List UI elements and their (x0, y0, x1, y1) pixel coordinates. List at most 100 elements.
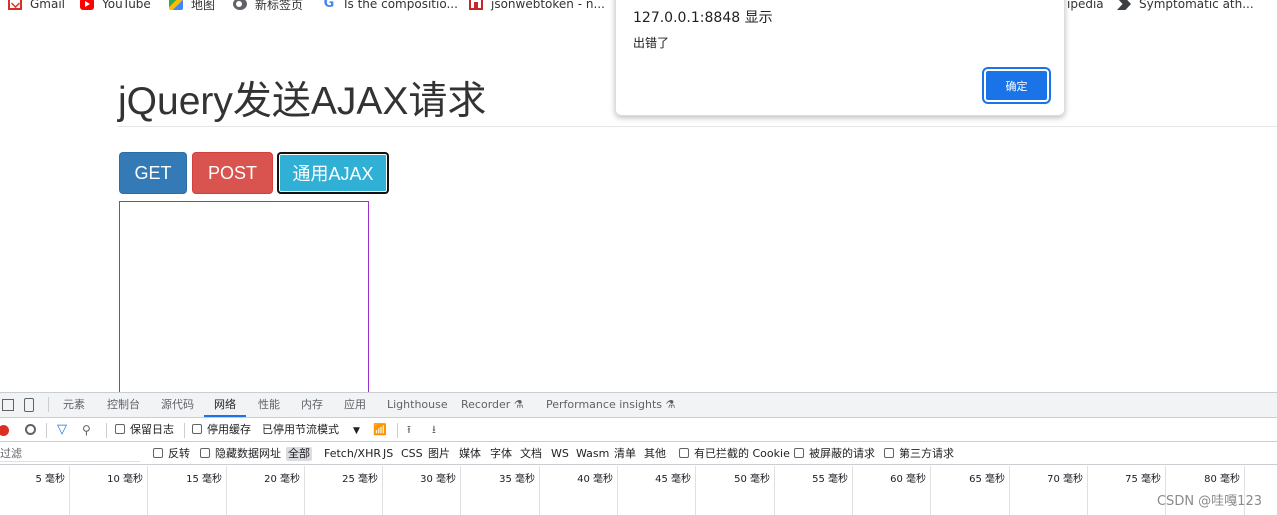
timeline-tick: 25 毫秒 (305, 466, 383, 515)
maps-icon (169, 0, 183, 10)
ajax-button[interactable]: 通用AJAX (277, 152, 389, 194)
timeline-tick: 70 毫秒 (1010, 466, 1088, 515)
timeline-tick: 40 毫秒 (540, 466, 618, 515)
filter-input[interactable]: 过滤 (0, 445, 140, 462)
disable-cache-checkbox[interactable]: 停用缓存 (192, 423, 251, 437)
get-button[interactable]: GET (119, 152, 187, 194)
type-filter-ws[interactable]: WS (551, 447, 569, 461)
timeline-tick: 45 毫秒 (618, 466, 696, 515)
bookmark-symptomatic[interactable]: Symptomatic ath... (1117, 0, 1254, 12)
tab-memory[interactable]: 内存 (301, 393, 323, 417)
invert-checkbox[interactable]: 反转 (153, 447, 190, 461)
npm-icon (469, 0, 483, 10)
toolbar-separator (184, 423, 185, 438)
bookmark-wikipedia[interactable]: ipedia (1067, 0, 1104, 12)
timeline-tick: 65 毫秒 (931, 466, 1010, 515)
devtools-tabbar: 元素 控制台 源代码 网络 性能 内存 应用 Lighthouse Record… (0, 393, 1277, 418)
chevron-down-icon: ▼ (353, 426, 360, 436)
tab-performance-insights[interactable]: Performance insights ⚗ (546, 393, 675, 417)
dialog-message: 出错了 (633, 36, 670, 50)
tab-separator (48, 397, 49, 412)
timeline-tick: 55 毫秒 (775, 466, 853, 515)
checkbox-icon (192, 424, 202, 434)
type-filter-js[interactable]: JS (383, 447, 393, 461)
tab-elements[interactable]: 元素 (63, 393, 85, 417)
third-party-checkbox[interactable]: 第三方请求 (884, 447, 954, 461)
checkbox-icon (200, 448, 210, 458)
bookmark-new-tab[interactable]: 新标签页 (233, 0, 303, 12)
post-button[interactable]: POST (192, 152, 273, 194)
tab-sources[interactable]: 源代码 (161, 393, 194, 417)
result-box (119, 201, 369, 401)
bookmark-youtube[interactable]: YouTube (80, 0, 151, 12)
search-icon[interactable]: ⚲ (82, 423, 91, 437)
export-har-icon[interactable]: ⭳ (432, 423, 436, 437)
csdn-watermark: CSDN @哇嘎123 (1156, 494, 1262, 509)
type-filter-manifest[interactable]: 清单 (614, 447, 636, 461)
timeline-tick: 30 毫秒 (383, 466, 461, 515)
type-filter-wasm[interactable]: Wasm (576, 447, 609, 461)
type-filter-all[interactable]: 全部 (286, 447, 312, 461)
clear-icon[interactable] (25, 424, 36, 435)
tab-application[interactable]: 应用 (344, 393, 366, 417)
network-toolbar: ▽ ⚲ 保留日志 停用缓存 已停用节流模式 ▼ 📶 ⭱ ⭳ (0, 419, 1277, 442)
type-filter-media[interactable]: 媒体 (459, 447, 481, 461)
checkbox-icon (153, 448, 163, 458)
type-filter-doc[interactable]: 文档 (520, 447, 542, 461)
google-icon: G (323, 0, 335, 11)
checkbox-icon (884, 448, 894, 458)
type-filter-other[interactable]: 其他 (644, 447, 666, 461)
youtube-icon (80, 0, 94, 10)
bookmark-google-search[interactable]: G Is the compositio... (322, 0, 458, 12)
toolbar-separator (46, 423, 47, 438)
bookmark-maps[interactable]: 地图 (169, 0, 215, 12)
dialog-ok-button[interactable]: 确定 (984, 69, 1049, 102)
timeline-tick: 75 毫秒 (1088, 466, 1166, 515)
checkbox-icon (115, 424, 125, 434)
dialog-origin: 127.0.0.1:8848 显示 (633, 10, 773, 26)
browser-window: Gmail YouTube 地图 新标签页 G Is the compositio… (0, 0, 1277, 515)
arrow-icon (1117, 0, 1131, 10)
page-title: jQuery发送AJAX请求 (118, 80, 487, 123)
bookmark-gmail[interactable]: Gmail (8, 0, 65, 12)
blocked-cookies-checkbox[interactable]: 有已拦截的 Cookie (679, 447, 790, 461)
alert-dialog: 127.0.0.1:8848 显示 出错了 确定 (615, 0, 1065, 116)
network-timeline-overview: 5 毫秒 10 毫秒 15 毫秒 20 毫秒 25 毫秒 30 毫秒 35 毫秒… (0, 466, 1277, 515)
timeline-tick: 50 毫秒 (696, 466, 775, 515)
import-har-icon[interactable]: ⭱ (407, 423, 411, 437)
timeline-tick: 5 毫秒 (0, 466, 70, 515)
device-toolbar-icon[interactable] (24, 398, 34, 412)
tab-performance[interactable]: 性能 (258, 393, 280, 417)
timeline-tick: 35 毫秒 (461, 466, 540, 515)
preserve-log-checkbox[interactable]: 保留日志 (115, 423, 174, 437)
type-filter-font[interactable]: 字体 (490, 447, 512, 461)
tab-network[interactable]: 网络 (204, 393, 246, 417)
filter-icon[interactable]: ▽ (57, 423, 67, 437)
type-filter-img[interactable]: 图片 (428, 447, 450, 461)
checkbox-icon (679, 448, 689, 458)
tab-recorder[interactable]: Recorder ⚗ (461, 393, 524, 417)
timeline-tick: 15 毫秒 (148, 466, 227, 515)
hide-data-urls-checkbox[interactable]: 隐藏数据网址 (200, 447, 281, 461)
toolbar-separator (397, 423, 398, 438)
title-divider (118, 126, 1277, 127)
toolbar-separator (106, 423, 107, 438)
tab-console[interactable]: 控制台 (107, 393, 140, 417)
network-filter-bar: 过滤 反转 隐藏数据网址 全部 Fetch/XHR JS CSS 图片 媒体 字… (0, 443, 1277, 465)
throttle-select[interactable]: 已停用节流模式 ▼ (262, 423, 360, 437)
checkbox-icon (794, 448, 804, 458)
gmail-icon (8, 0, 22, 10)
blocked-requests-checkbox[interactable]: 被屏蔽的请求 (794, 447, 875, 461)
inspect-element-icon[interactable] (2, 399, 14, 411)
type-filter-css[interactable]: CSS (401, 447, 423, 461)
bookmark-jsonwebtoken[interactable]: jsonwebtoken - n... (469, 0, 605, 12)
devtools-panel: 元素 控制台 源代码 网络 性能 内存 应用 Lighthouse Record… (0, 392, 1277, 515)
timeline-tick: 60 毫秒 (853, 466, 931, 515)
tab-lighthouse[interactable]: Lighthouse (387, 393, 448, 417)
network-conditions-icon[interactable]: 📶 (373, 423, 387, 437)
record-icon[interactable] (0, 425, 9, 436)
timeline-tick: 20 毫秒 (227, 466, 305, 515)
timeline-tick: 10 毫秒 (70, 466, 148, 515)
type-filter-fetch-xhr[interactable]: Fetch/XHR (324, 447, 381, 461)
globe-icon (233, 0, 247, 10)
